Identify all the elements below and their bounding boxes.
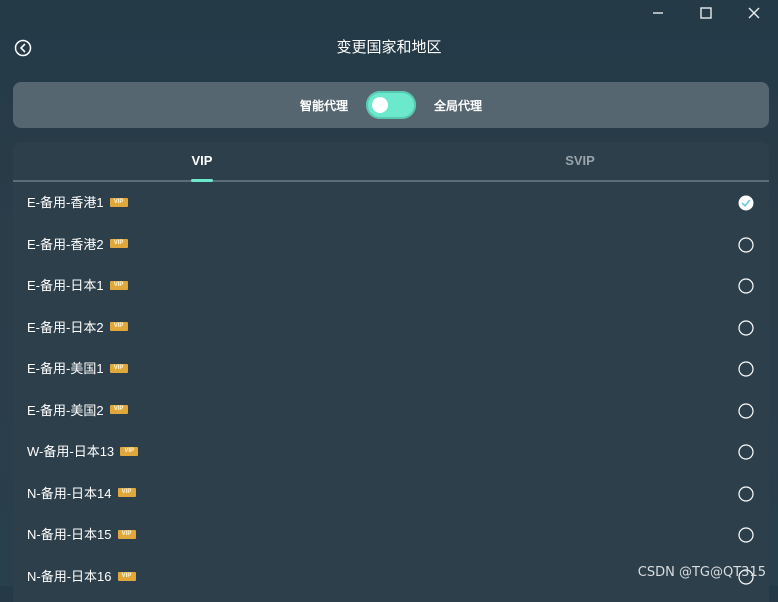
radio-unchecked-icon[interactable] [738,319,754,336]
vip-badge: VIP [117,488,136,498]
server-row[interactable]: N-备用-日本15 VIP [13,514,769,556]
vip-badge: VIP [109,405,128,415]
server-name: N-备用-日本14 [27,485,112,501]
server-row[interactable]: N-备用-日本14 VIP [13,473,769,515]
radio-checked-icon[interactable] [738,195,754,211]
server-row[interactable]: E-备用-香港2 VIP [13,224,769,266]
radio-unchecked-icon[interactable] [738,485,754,502]
vip-badge: VIP [117,529,136,539]
server-name: E-备用-香港2 [27,236,104,252]
smart-proxy-label[interactable]: 智能代理 [300,97,348,114]
tab-vip[interactable]: VIP [13,142,391,180]
vip-badge: VIP [117,571,136,581]
server-row[interactable]: E-备用-日本1 VIP [13,265,769,307]
vip-badge: VIP [120,446,139,456]
toggle-knob [372,97,388,113]
server-name: E-备用-美国1 [27,361,104,376]
radio-unchecked-icon[interactable] [738,527,754,543]
server-row[interactable]: E-备用-美国1 VIP [13,348,769,390]
watermark: CSDN @TG@QT315 [637,565,766,580]
server-name: N-备用-日本15 [27,527,112,542]
server-name: N-备用-日本16 [27,569,112,584]
server-row[interactable]: W-备用-日本13 VIP [13,431,769,473]
radio-unchecked-icon[interactable] [738,444,754,460]
radio-unchecked-icon[interactable] [738,402,754,419]
vip-badge: VIP [109,197,128,207]
server-row[interactable]: E-备用-美国2 VIP [13,390,769,432]
proxy-mode-panel: 智能代理 全局代理 [13,82,769,128]
tab-svip[interactable]: SVIP [391,142,769,180]
server-row[interactable]: E-备用-香港1 VIP [13,182,769,224]
server-name: E-备用-日本1 [27,278,104,293]
close-button[interactable] [730,0,778,26]
minimize-icon [653,12,663,14]
radio-unchecked-icon[interactable] [738,236,754,253]
vip-badge: VIP [109,280,128,290]
maximize-icon [700,7,712,19]
server-name: E-备用-美国2 [27,402,104,418]
radio-unchecked-icon[interactable] [738,361,754,377]
page-title: 变更国家和地区 [336,39,442,56]
radio-unchecked-icon[interactable] [738,278,754,294]
close-icon [748,7,760,19]
tab-vip-label: VIP [191,153,213,168]
tab-svip-label: SVIP [565,153,595,168]
server-name: E-备用-日本2 [27,319,104,335]
vip-badge: VIP [109,322,128,332]
proxy-mode-toggle[interactable] [366,91,416,119]
minimize-button[interactable] [634,0,682,26]
window-controls [634,0,778,26]
server-name: W-备用-日本13 [27,444,115,459]
tab-bar: VIP SVIP [13,142,769,182]
maximize-button[interactable] [682,0,730,26]
vip-badge: VIP [109,239,128,249]
global-proxy-label[interactable]: 全局代理 [434,97,482,114]
server-row[interactable]: E-备用-日本2 VIP [13,307,769,349]
vip-badge: VIP [109,363,128,373]
server-name: E-备用-香港1 [27,195,104,210]
server-list-panel: VIP SVIP E-备用-香港1 VIP E-备用-香港2 VIP E-备用-日本… [13,142,769,602]
